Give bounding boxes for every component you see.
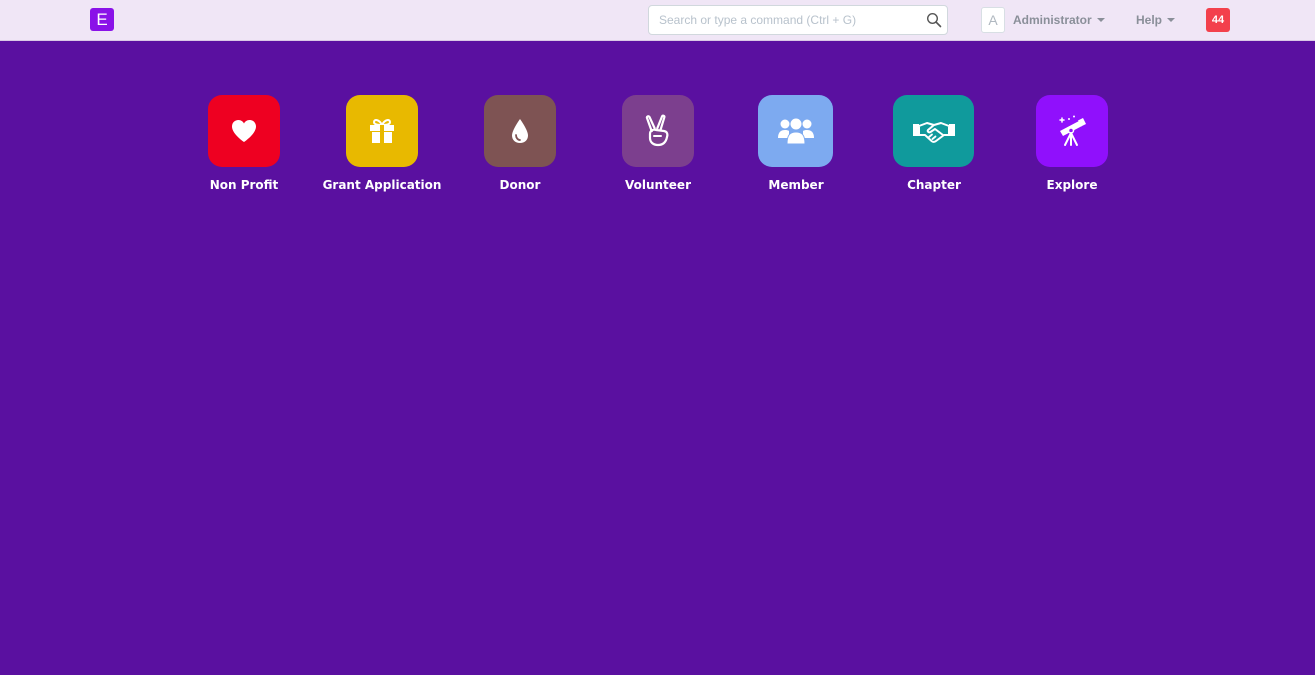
module-grant-application[interactable]: Grant Application bbox=[302, 95, 462, 195]
module-member[interactable]: Member bbox=[716, 95, 876, 195]
search-input[interactable] bbox=[649, 6, 919, 34]
handshake-icon bbox=[912, 122, 955, 143]
users-icon bbox=[777, 117, 814, 145]
search-box[interactable] bbox=[648, 5, 948, 35]
heart-icon bbox=[232, 120, 256, 142]
caret-down-icon bbox=[1096, 18, 1105, 22]
module-label[interactable]: Volunteer bbox=[578, 178, 738, 192]
module-icon-box[interactable] bbox=[622, 95, 694, 167]
module-label[interactable]: Grant Application bbox=[302, 178, 462, 192]
module-icon-box[interactable] bbox=[346, 95, 418, 167]
help-menu-label: Help bbox=[1136, 13, 1163, 27]
module-icon-box[interactable] bbox=[893, 95, 974, 167]
module-icon-box[interactable] bbox=[758, 95, 833, 167]
module-label[interactable]: Explore bbox=[992, 178, 1152, 192]
drop-icon bbox=[512, 119, 528, 143]
caret-down-icon bbox=[1167, 18, 1176, 22]
user-menu-label: Administrator bbox=[1013, 13, 1092, 27]
telescope-icon bbox=[1059, 115, 1086, 146]
victory-hand-icon bbox=[645, 114, 669, 147]
avatar[interactable]: A bbox=[981, 7, 1005, 33]
module-label[interactable]: Donor bbox=[440, 178, 600, 192]
module-label[interactable]: Non Profit bbox=[164, 178, 324, 192]
module-non-profit[interactable]: Non Profit bbox=[164, 95, 324, 195]
gift-icon bbox=[370, 119, 394, 143]
module-icon-box[interactable] bbox=[208, 95, 280, 167]
module-explore[interactable]: Explore bbox=[992, 95, 1152, 195]
notifications-badge[interactable]: 44 bbox=[1206, 8, 1230, 32]
module-icon-box[interactable] bbox=[484, 95, 556, 167]
module-volunteer[interactable]: Volunteer bbox=[578, 95, 738, 195]
module-icon-box[interactable] bbox=[1036, 95, 1108, 167]
search-icon[interactable] bbox=[926, 12, 942, 28]
brand-logo[interactable]: E bbox=[90, 8, 114, 31]
module-label[interactable]: Member bbox=[716, 178, 876, 192]
module-label[interactable]: Chapter bbox=[854, 178, 1014, 192]
module-donor[interactable]: Donor bbox=[440, 95, 600, 195]
user-menu-dropdown[interactable]: Administrator bbox=[1013, 12, 1105, 28]
module-chapter[interactable]: Chapter bbox=[854, 95, 1014, 195]
help-menu-dropdown[interactable]: Help bbox=[1136, 12, 1176, 28]
navbar: E A Administrator Help 44 bbox=[0, 0, 1315, 41]
